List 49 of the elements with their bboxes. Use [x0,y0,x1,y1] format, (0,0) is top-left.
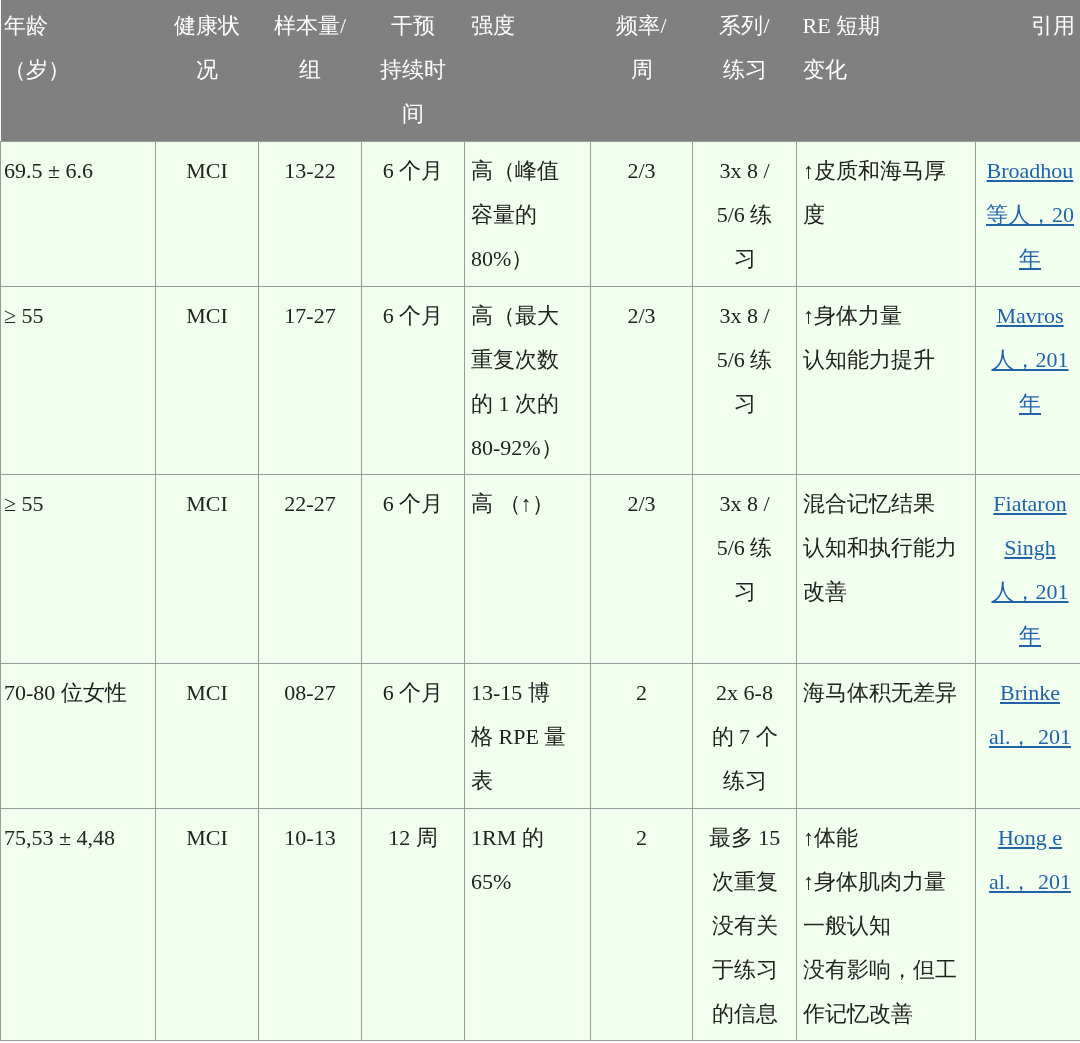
age-cell: ≥ 55 [4,302,44,328]
age-cell: 75,53 ± 4,48 [4,824,116,850]
change-cell: 海马体积无差异 [803,679,957,705]
column-header: 样本量/ 组 [273,13,347,82]
health-status-cell: MCI [186,824,228,850]
duration-cell: 6 个月 [382,490,444,516]
sample-size-cell: 22-27 [284,490,336,516]
column-header: 年龄 （岁） [3,13,70,82]
series-cell: 3x 8 / 5/6 练 习 [716,157,773,271]
column-header: 系列/ 练习 [719,13,770,82]
health-status-cell: MCI [186,157,228,183]
change-cell: 混合记忆结果 认知和执行能力 改善 [803,490,957,604]
column-header: 强度 [470,13,515,38]
duration-cell: 6 个月 [382,302,444,328]
duration-cell: 6 个月 [382,679,444,705]
duration-cell: 6 个月 [382,157,444,183]
series-cell: 3x 8 / 5/6 练 习 [716,490,773,604]
intensity-cell: 13-15 博 格 RPE 量 表 [471,679,567,793]
column-header: RE 短期 变化 [802,13,881,82]
frequency-cell: 2/3 [627,302,656,328]
intensity-cell: 高（峰值 容量的 80%） [471,157,559,271]
frequency-cell: 2/3 [627,157,656,183]
intensity-cell: 高（最大 重复次数 的 1 次的 80-92%） [471,302,563,460]
column-header: 干预 持续时 间 [380,13,446,126]
change-cell: ↑身体力量 认知能力提升 [803,302,935,372]
column-header: 健康状 况 [174,13,240,82]
change-cell: ↑体能 ↑身体肌肉力量 一般认知 没有影响，但工 作记忆改善 [803,824,957,1026]
frequency-cell: 2 [636,824,647,850]
sample-size-cell: 17-27 [284,302,336,328]
intensity-cell: 1RM 的 65% [471,824,544,894]
change-cell: ↑皮质和海马厚 度 [803,157,946,227]
duration-cell: 12 周 [388,824,438,850]
column-header: 频率/ 周 [616,13,667,82]
sample-size-cell: 13-22 [284,157,336,183]
column-header: 引用 [1030,13,1075,38]
frequency-cell: 2 [636,679,647,705]
health-status-cell: MCI [186,302,228,328]
sample-size-cell: 10-13 [284,824,336,850]
health-status-cell: MCI [186,679,228,705]
series-cell: 3x 8 / 5/6 练 习 [716,302,773,416]
sample-size-cell: 08-27 [284,679,336,705]
age-cell: ≥ 55 [4,490,44,516]
health-status-cell: MCI [186,490,228,516]
intensity-cell: 高 （↑） [471,490,554,516]
series-cell: 最多 15 次重复 没有关 于练习 的信息 [708,824,781,1026]
series-cell: 2x 6-8 的 7 个 练习 [711,679,778,793]
frequency-cell: 2/3 [627,490,656,516]
age-cell: 69.5 ± 6.6 [4,157,94,183]
age-cell: 70-80 位女性 [4,679,127,705]
